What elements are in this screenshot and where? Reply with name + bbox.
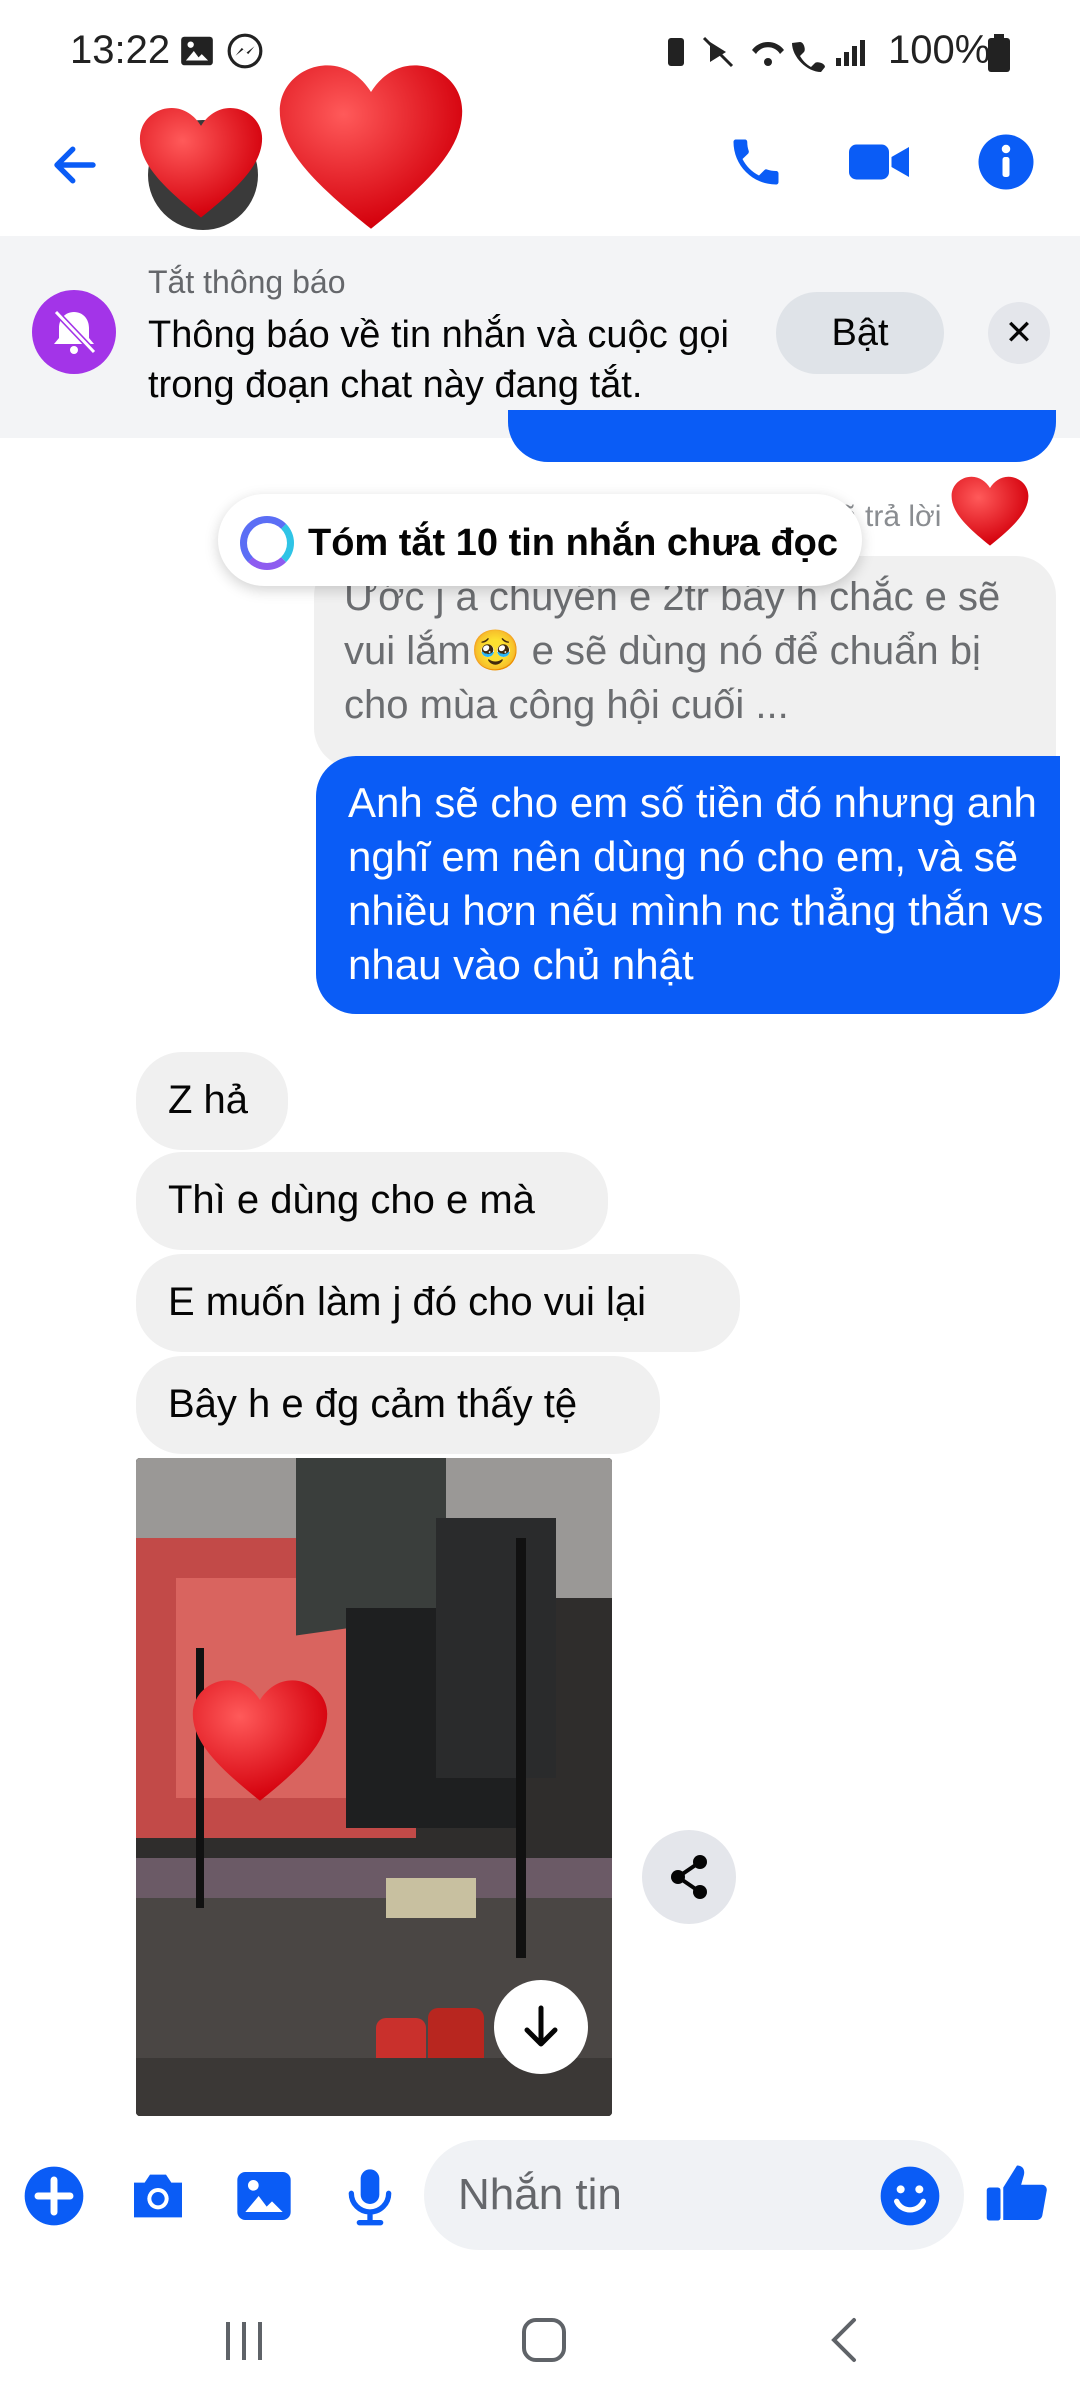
back-nav-icon[interactable] <box>816 2310 876 2370</box>
recent-apps-icon[interactable] <box>214 2310 274 2370</box>
heart-sticker-photo <box>190 1680 330 1809</box>
received-message-text: Thì e dùng cho e mà <box>168 1178 535 1222</box>
received-message-bubble[interactable]: E muốn làm j đó cho vui lại <box>136 1254 740 1352</box>
bell-off-icon <box>32 290 116 374</box>
received-message-bubble[interactable]: Bây h e đg cảm thấy tệ <box>136 1356 660 1454</box>
emoji-icon[interactable] <box>878 2164 942 2228</box>
camera-icon[interactable] <box>126 2164 190 2228</box>
heart-sticker-reply <box>950 476 1030 553</box>
phone-icon[interactable] <box>726 132 786 192</box>
received-message-bubble[interactable]: Z hả <box>136 1052 288 1150</box>
video-call-icon[interactable] <box>846 132 909 192</box>
gallery-icon <box>178 32 216 75</box>
status-time: 13:22 <box>70 28 171 72</box>
banner-title: Tắt thông báo <box>148 264 346 300</box>
ai-ring-icon <box>240 516 294 570</box>
banner-body: Thông báo về tin nhắn và cuộc gọi trong … <box>148 314 729 406</box>
messenger-icon <box>226 32 264 75</box>
share-button[interactable] <box>642 1830 736 1924</box>
heart-sticker-small <box>136 108 266 225</box>
enable-notifications-button[interactable]: Bật <box>776 292 944 374</box>
summary-label: Tóm tắt 10 tin nhắn chưa đọc <box>308 522 839 564</box>
status-icons <box>660 32 880 77</box>
received-message-text: Z hả <box>168 1078 249 1122</box>
received-message-text: Bây h e đg cảm thấy tệ <box>168 1382 578 1426</box>
arrow-down-icon <box>524 2005 558 2047</box>
microphone-icon[interactable] <box>338 2164 402 2228</box>
quoted-message-text: Ước j a chuyển e 2tr bây h chắc e sẽ vui… <box>344 575 1001 727</box>
received-message-bubble[interactable]: Thì e dùng cho e mà <box>136 1152 608 1250</box>
gallery-image-icon[interactable] <box>232 2164 296 2228</box>
share-icon <box>671 1855 707 1899</box>
battery-percent: 100% <box>888 28 991 72</box>
sent-message-text: Anh sẽ cho em số tiền đó nhưng anh nghĩ … <box>348 779 1044 988</box>
heart-sticker-large <box>276 64 466 239</box>
sent-message-partial <box>508 410 1056 462</box>
like-thumb-icon[interactable] <box>984 2160 1048 2224</box>
scroll-to-bottom-button[interactable] <box>494 1980 588 2074</box>
info-icon[interactable] <box>976 132 1036 192</box>
received-message-text: E muốn làm j đó cho vui lại <box>168 1280 647 1324</box>
close-banner-button[interactable]: ✕ <box>988 302 1050 364</box>
home-icon[interactable] <box>514 2310 574 2370</box>
back-arrow-icon[interactable] <box>48 138 102 192</box>
battery-icon <box>988 34 1010 77</box>
plus-icon[interactable] <box>22 2164 86 2228</box>
